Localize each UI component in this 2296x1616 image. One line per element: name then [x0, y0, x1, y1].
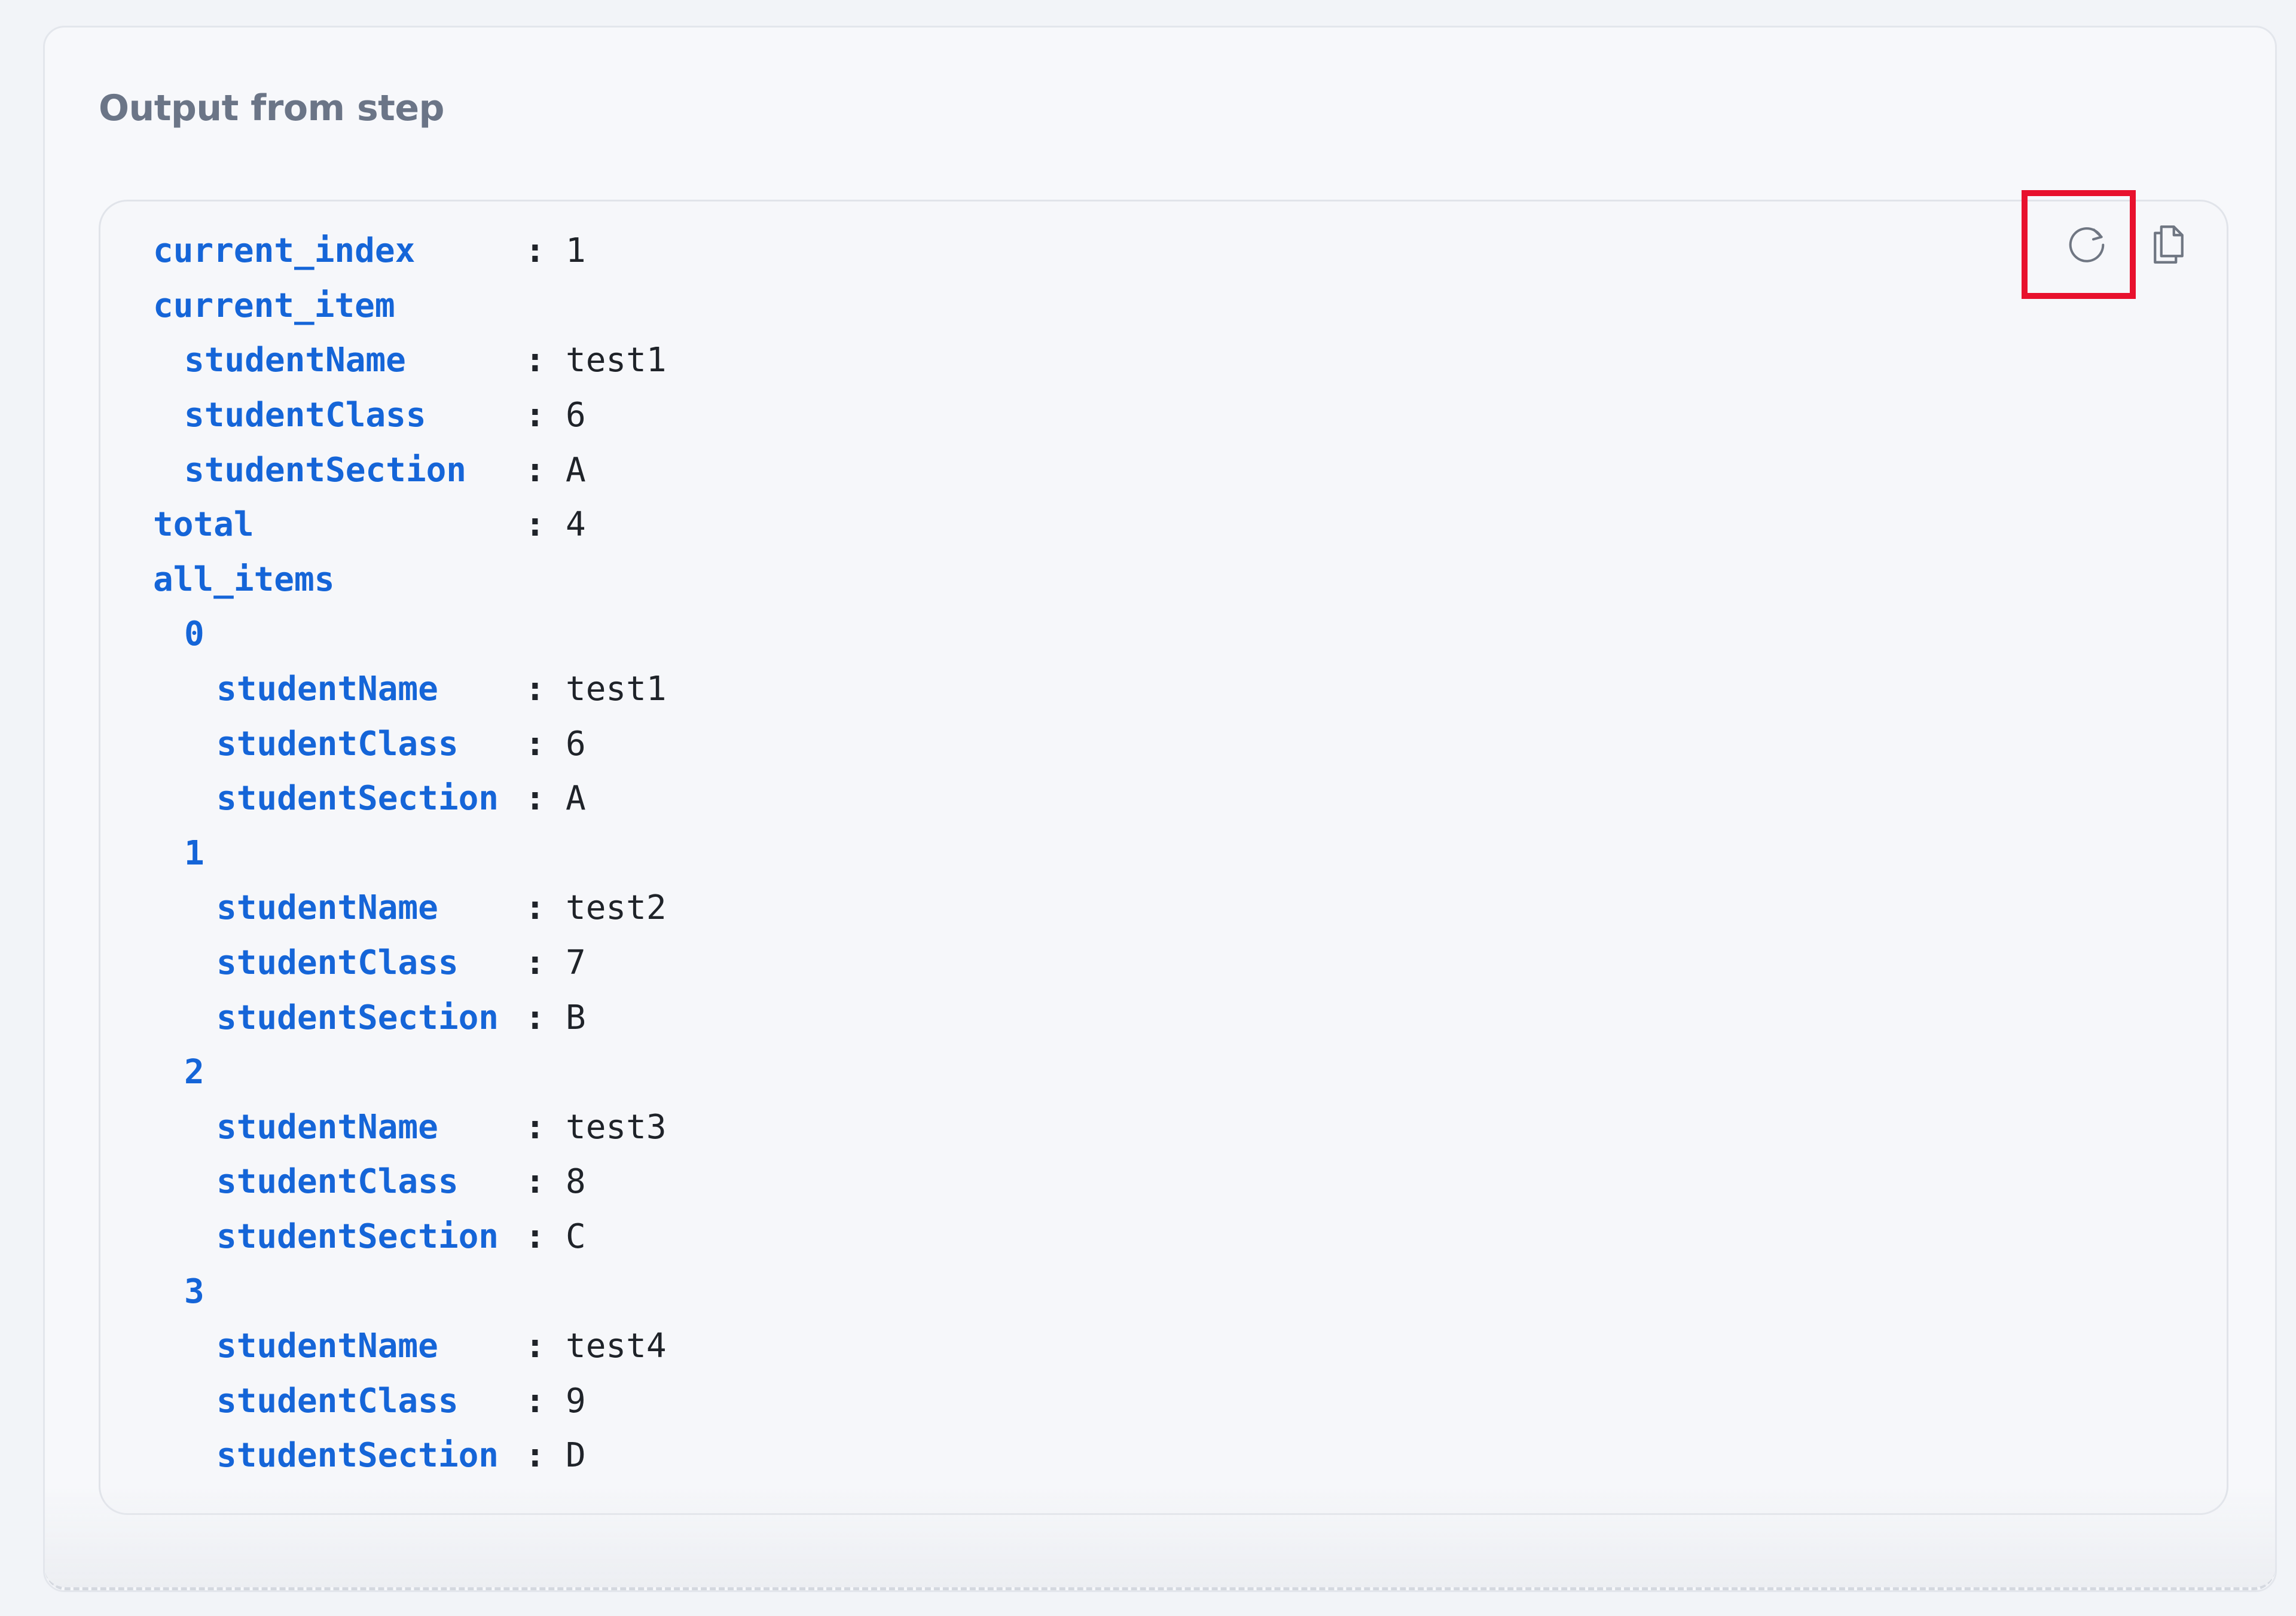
output-value: test1 — [566, 341, 667, 380]
copy-button[interactable] — [2136, 212, 2202, 277]
output-line: studentSection: A — [153, 771, 990, 826]
output-line: studentSection: D — [153, 1428, 990, 1483]
card-bottom-fade — [45, 1489, 2275, 1590]
output-key: studentName — [184, 341, 406, 380]
output-value: test2 — [566, 888, 667, 928]
output-line: studentName: test2 — [153, 881, 990, 936]
output-key: current_item — [153, 286, 395, 325]
output-key: 2 — [184, 1053, 204, 1092]
output-line: studentSection: C — [153, 1209, 990, 1264]
output-separator: : — [525, 1381, 545, 1421]
output-value: 6 — [566, 396, 586, 435]
output-line: studentClass:9 — [153, 1373, 990, 1428]
output-value: 4 — [566, 505, 586, 545]
output-value: D — [566, 1436, 586, 1476]
output-line: studentName: test1 — [153, 333, 990, 388]
output-key: 3 — [184, 1272, 204, 1311]
output-key: 1 — [184, 833, 204, 873]
output-line: current_index:1 — [153, 224, 990, 279]
output-line: studentClass:7 — [153, 936, 990, 991]
refresh-icon — [2069, 227, 2105, 262]
output-value: A — [566, 450, 586, 490]
output-line: 1 — [153, 826, 990, 881]
card-title: Output from step — [99, 87, 445, 129]
output-tree: current_index:1 current_item studentName: t… — [153, 224, 990, 1483]
output-line: studentSection: B — [153, 990, 990, 1045]
output-value: 8 — [566, 1162, 586, 1202]
output-value: 7 — [566, 943, 586, 983]
output-line: studentName: test4 — [153, 1319, 990, 1374]
output-key: studentName — [216, 1327, 438, 1366]
output-separator: : — [525, 341, 545, 380]
output-key: 0 — [184, 615, 204, 654]
step-output-card: Output from step current_index:1 current_… — [43, 26, 2277, 1592]
output-line: 0 — [153, 607, 990, 662]
output-line: studentName: test3 — [153, 1100, 990, 1155]
output-separator: : — [525, 231, 545, 271]
output-separator: : — [525, 888, 545, 928]
output-separator: : — [525, 998, 545, 1037]
output-separator: : — [525, 1217, 545, 1256]
output-separator: : — [525, 1327, 545, 1366]
output-key: studentName — [216, 1107, 438, 1147]
output-key: current_index — [153, 231, 416, 271]
output-separator: : — [525, 1107, 545, 1147]
output-line: studentSection: A — [153, 442, 990, 497]
output-separator: : — [525, 724, 545, 763]
output-line: 2 — [153, 1045, 990, 1100]
output-value: 1 — [566, 231, 586, 271]
output-separator: : — [525, 396, 545, 435]
output-line: studentClass:8 — [153, 1154, 990, 1209]
output-line: current_item — [153, 279, 990, 334]
output-value: test1 — [566, 670, 667, 709]
output-line: studentName: test1 — [153, 662, 990, 717]
output-key: studentSection — [216, 779, 499, 818]
output-separator: : — [525, 1162, 545, 1202]
refresh-button[interactable] — [2054, 212, 2120, 277]
output-key: studentClass — [216, 1381, 459, 1421]
output-line: all_items — [153, 552, 990, 607]
output-key: all_items — [153, 560, 335, 599]
output-key: studentClass — [184, 396, 426, 435]
output-separator: : — [525, 505, 545, 545]
output-separator: : — [525, 450, 545, 490]
output-key: studentClass — [216, 724, 459, 763]
output-value: test3 — [566, 1107, 667, 1147]
output-key: total — [153, 505, 254, 545]
output-separator: : — [525, 779, 545, 818]
copy-icon — [2154, 225, 2184, 264]
output-key: studentSection — [216, 1217, 499, 1256]
output-value: test4 — [566, 1327, 667, 1366]
output-value: C — [566, 1217, 586, 1256]
output-separator: : — [525, 670, 545, 709]
output-key: studentName — [216, 888, 438, 928]
output-panel: current_index:1 current_item studentName: t… — [99, 200, 2228, 1515]
output-separator: : — [525, 943, 545, 983]
output-key: studentName — [216, 670, 438, 709]
output-key: studentSection — [216, 998, 499, 1037]
output-line: studentClass:6 — [153, 388, 990, 443]
output-key: studentClass — [216, 943, 459, 983]
output-key: studentSection — [216, 1436, 499, 1476]
output-line: total:4 — [153, 497, 990, 552]
output-key: studentSection — [184, 450, 467, 490]
output-line: studentClass:6 — [153, 716, 990, 771]
output-separator: : — [525, 1436, 545, 1476]
output-line: 3 — [153, 1264, 990, 1319]
output-value: A — [566, 779, 586, 818]
output-value: 9 — [566, 1381, 586, 1421]
output-key: studentClass — [216, 1162, 459, 1202]
output-value: 6 — [566, 724, 586, 763]
output-value: B — [566, 998, 586, 1037]
